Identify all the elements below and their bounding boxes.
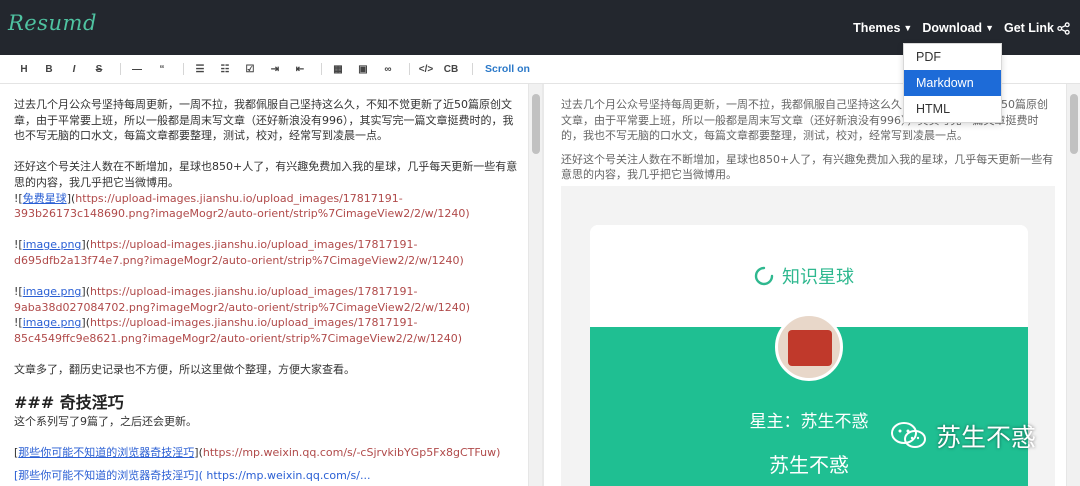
editor-image-link: ![image.png](https://upload-images.jians… [14, 237, 519, 268]
md-link-url: https://upload-images.jianshu.io/upload_… [14, 191, 470, 221]
download-label: Download [922, 21, 983, 35]
table-button[interactable]: ▦ [328, 64, 348, 75]
chevron-down-icon: ▼ [985, 23, 994, 33]
md-prefix: ![ [14, 285, 23, 299]
md-link-text[interactable]: 那些你可能不知道的浏览器奇技淫巧 [18, 446, 194, 459]
ordered-list-button[interactable]: ☷ [215, 64, 235, 75]
editor-content: 过去几个月公众号坚持每周更新，一周不拉，我都佩服自己坚持这么久，不知不觉更新了近… [14, 97, 519, 484]
editor-paragraph: 还好这个号关注人数在不断增加，星球也850+人了，有兴趣免费加入我的星球，几乎每… [14, 160, 518, 189]
quote-button[interactable]: “ [152, 64, 172, 75]
scroll-sync-toggle[interactable]: Scroll on [485, 63, 530, 75]
md-link-text[interactable]: image.png [23, 316, 82, 329]
editor-blank-line [14, 429, 519, 445]
preview-scroll-thumb[interactable] [1070, 94, 1078, 154]
toolbar-divider [183, 63, 184, 75]
editor-paragraph: 过去几个月公众号坚持每周更新，一周不拉，我都佩服自己坚持这么久，不知不觉更新了近… [14, 98, 514, 143]
get-link-button[interactable]: Get Link [1004, 21, 1070, 35]
md-link-text[interactable]: image.png [23, 238, 82, 251]
md-prefix: ![ [14, 191, 23, 205]
toolbar-divider [120, 63, 121, 75]
watermark-text: 苏生不惑 [936, 423, 1037, 452]
horizontal-rule-button[interactable]: — [127, 64, 147, 75]
editor-heading: ### 奇技淫巧 [14, 392, 124, 412]
editor-blank-line [14, 378, 519, 388]
code-block-button[interactable]: CB [441, 64, 461, 75]
md-link-url: https://mp.weixin.qq.com/s/-cSjrvkibYGp5… [202, 445, 501, 459]
get-link-label: Get Link [1003, 21, 1054, 35]
editor-partial-line: [那些你可能不知道的浏览器奇技淫巧]( https://mp.weixin.qq… [14, 469, 371, 483]
watermark: 苏生不惑 [890, 418, 1036, 454]
download-html-option[interactable]: HTML [904, 96, 1001, 122]
code-button[interactable]: </> [416, 64, 436, 75]
editor-scrollbar[interactable] [528, 84, 542, 486]
download-dropdown: PDF Markdown HTML [903, 43, 1002, 123]
italic-button[interactable]: I [64, 64, 84, 75]
themes-menu[interactable]: Themes ▼ [853, 21, 912, 35]
download-pdf-option[interactable]: PDF [904, 44, 1001, 70]
indent-button[interactable]: ⇥ [265, 64, 285, 75]
markdown-editor[interactable]: 过去几个月公众号坚持每周更新，一周不拉，我都佩服自己坚持这么久，不知不觉更新了近… [0, 84, 528, 486]
toolbar-divider [472, 63, 473, 75]
top-nav: Themes ▼ Download ▼ Get Link [853, 18, 1080, 38]
editor-image-link: ![image.png](https://upload-images.jians… [14, 284, 519, 315]
editor-blank-line [14, 460, 519, 468]
heading-button[interactable]: H [14, 64, 34, 75]
download-markdown-option[interactable]: Markdown [904, 70, 1001, 96]
preview-scrollbar[interactable] [1066, 84, 1080, 486]
card-title-row: 知识星球 [754, 263, 854, 289]
md-suffix: ]( [81, 316, 90, 330]
avatar [775, 313, 843, 381]
strikethrough-button[interactable]: S [89, 64, 109, 75]
editor-image-link: ![image.png](https://upload-images.jians… [14, 315, 519, 346]
editor-paragraph: 这个系列写了9篇了，之后还会更新。 [14, 414, 197, 428]
editor-blank-line [14, 222, 519, 238]
chevron-down-icon: ▼ [903, 23, 913, 33]
preview-gap [561, 144, 1056, 152]
card-header: 知识星球 [590, 225, 1028, 327]
themes-label: Themes [853, 21, 901, 35]
editor-scroll-thumb[interactable] [532, 94, 540, 154]
editor-image-link: ![免费星球](https://upload-images.jianshu.io… [14, 191, 519, 222]
app-logo[interactable]: Resumd [8, 11, 97, 35]
image-button[interactable]: ▣ [353, 64, 373, 75]
refresh-ring-icon [754, 266, 774, 286]
md-suffix: ]( [81, 238, 90, 252]
bold-button[interactable]: B [39, 64, 59, 75]
editor-paragraph: 文章多了，翻历史记录也不方便，所以这里做个整理，方便大家查看。 [14, 363, 355, 377]
md-suffix: ]( [81, 285, 90, 299]
card-title: 知识星球 [782, 267, 854, 288]
unordered-list-button[interactable]: ☰ [190, 64, 210, 75]
preview-paragraph: 还好这个号关注人数在不断增加，星球也850+人了，有兴趣免费加入我的星球，几乎每… [561, 152, 1054, 182]
editor-blank-line [14, 269, 519, 285]
avatar-badge [788, 330, 832, 366]
editor-article-link: [那些你可能不知道的浏览器奇技淫巧](https://mp.weixin.qq.… [14, 445, 519, 461]
link-button[interactable]: ∞ [378, 64, 398, 75]
md-suffix: ]( [194, 445, 203, 459]
md-link-text[interactable]: image.png [23, 285, 82, 298]
editor-blank-line [14, 347, 519, 363]
share-icon [1057, 21, 1070, 35]
task-list-button[interactable]: ☑ [240, 64, 260, 75]
wechat-icon [891, 422, 926, 448]
md-suffix: ]( [66, 191, 76, 205]
md-link-text[interactable]: 免费星球 [23, 192, 67, 205]
md-prefix: ![ [14, 238, 23, 252]
download-menu[interactable]: Download ▼ [922, 21, 994, 35]
outdent-button[interactable]: ⇤ [290, 64, 310, 75]
toolbar-divider [409, 63, 410, 75]
md-prefix: ![ [14, 316, 23, 330]
editor-blank-line [14, 144, 519, 160]
toolbar-divider [321, 63, 322, 75]
card-body: 星主：苏生不惑 苏生不惑 [590, 313, 1028, 486]
